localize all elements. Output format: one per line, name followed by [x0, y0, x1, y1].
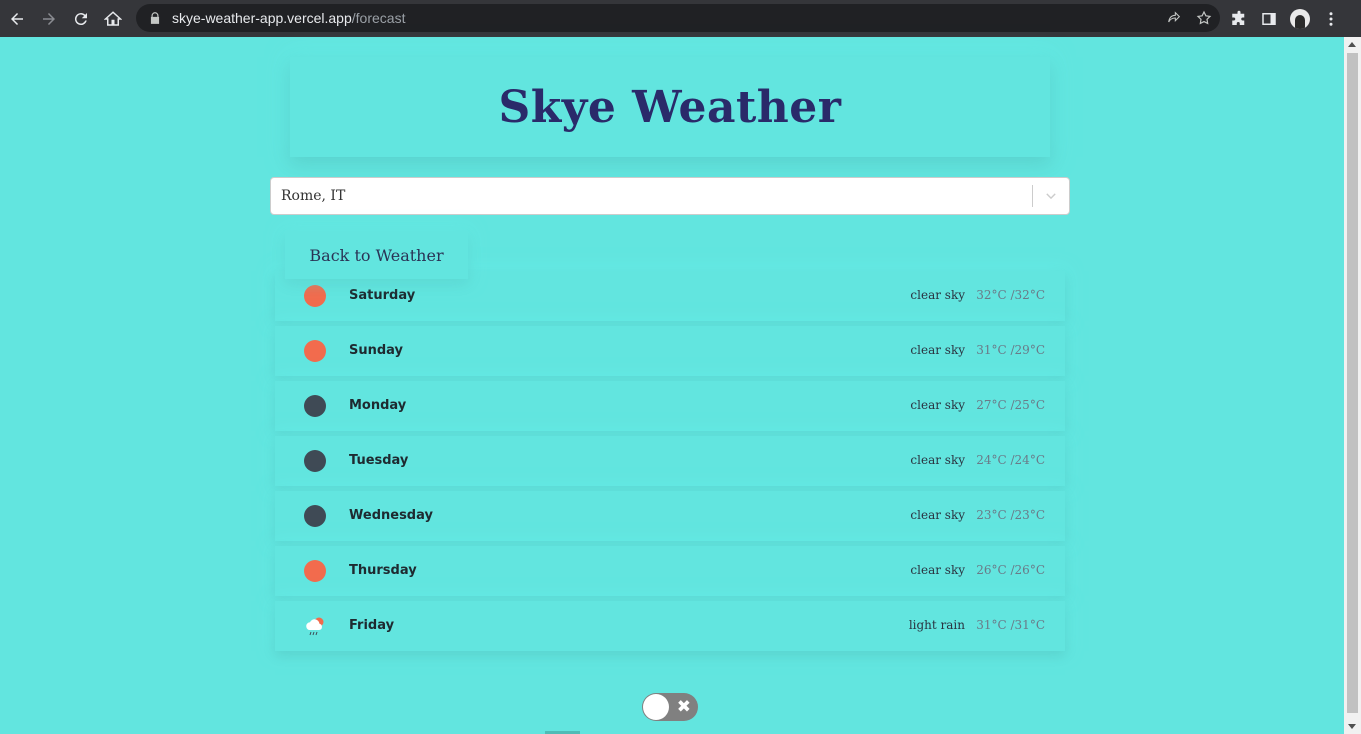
- forecast-temperature: 32°C /32°C: [976, 288, 1045, 302]
- forecast-temperature: 31°C /31°C: [976, 618, 1045, 632]
- forecast-description: clear sky: [910, 563, 965, 577]
- header-banner: Skye Weather: [290, 57, 1050, 157]
- side-panel-icon[interactable]: [1260, 10, 1278, 28]
- bookmark-star-icon[interactable]: [1196, 10, 1212, 26]
- back-arrow-icon[interactable]: [1, 3, 33, 35]
- forecast-temperature: 31°C /29°C: [976, 343, 1045, 357]
- forecast-day: Sunday: [349, 343, 404, 358]
- forward-arrow-icon[interactable]: [33, 3, 65, 35]
- forecast-temperature: 23°C /23°C: [976, 508, 1045, 522]
- forecast-list: Saturday clear sky 32°C /32°C Sunday cle…: [275, 271, 1065, 656]
- forecast-temperature: 27°C /25°C: [976, 398, 1045, 412]
- scrollbar-thumb[interactable]: [1347, 53, 1358, 713]
- forecast-row-wednesday: Wednesday clear sky 23°C /23°C: [275, 491, 1065, 541]
- forecast-description: clear sky: [910, 288, 965, 302]
- scroll-down-arrow-icon[interactable]: [1348, 724, 1356, 729]
- forecast-row-thursday: Thursday clear sky 26°C /26°C: [275, 546, 1065, 596]
- sun-icon: [304, 340, 326, 362]
- profile-avatar[interactable]: [1290, 8, 1310, 29]
- forecast-day: Wednesday: [349, 508, 433, 523]
- back-to-weather-button[interactable]: Back to Weather: [285, 231, 468, 279]
- forecast-row-friday: Friday light rain 31°C /31°C: [275, 601, 1065, 651]
- forecast-temperature: 24°C /24°C: [976, 453, 1045, 467]
- forecast-temperature: 26°C /26°C: [976, 563, 1045, 577]
- share-icon[interactable]: [1166, 10, 1182, 26]
- forecast-description: light rain: [908, 618, 965, 632]
- forecast-day: Tuesday: [349, 453, 409, 468]
- forecast-day: Saturday: [349, 288, 416, 303]
- toggle-knob: [643, 694, 669, 720]
- forecast-description: clear sky: [910, 398, 965, 412]
- scroll-up-arrow-icon[interactable]: [1348, 42, 1356, 47]
- forecast-day: Thursday: [349, 563, 417, 578]
- url-path: /forecast: [351, 10, 406, 26]
- moon-icon: [304, 450, 326, 472]
- chevron-down-icon[interactable]: [1033, 178, 1069, 214]
- close-icon: ✖: [676, 697, 691, 717]
- forecast-row-sunday: Sunday clear sky 31°C /29°C: [275, 326, 1065, 376]
- theme-toggle[interactable]: ✖: [642, 693, 698, 721]
- forecast-description: clear sky: [910, 343, 965, 357]
- forecast-day: Friday: [349, 618, 395, 633]
- location-select[interactable]: Rome, IT: [270, 177, 1070, 215]
- url-text: skye-weather-app.vercel.app/forecast: [172, 10, 405, 26]
- extensions-puzzle-icon[interactable]: [1230, 10, 1248, 28]
- vertical-scrollbar[interactable]: [1344, 37, 1361, 734]
- moon-icon: [304, 395, 326, 417]
- moon-icon: [304, 505, 326, 527]
- kebab-menu-icon[interactable]: [1322, 10, 1340, 28]
- forecast-row-tuesday: Tuesday clear sky 24°C /24°C: [275, 436, 1065, 486]
- reload-icon[interactable]: [65, 3, 97, 35]
- browser-toolbar: skye-weather-app.vercel.app/forecast: [0, 0, 1361, 37]
- url-domain: skye-weather-app.vercel.app: [172, 10, 352, 26]
- forecast-description: clear sky: [910, 453, 965, 467]
- sun-icon: [304, 285, 326, 307]
- sun-icon: [304, 560, 326, 582]
- forecast-description: clear sky: [910, 508, 965, 522]
- rain-cloud-icon: [304, 615, 326, 637]
- page-title: Skye Weather: [498, 81, 842, 133]
- address-bar[interactable]: skye-weather-app.vercel.app/forecast: [136, 4, 1220, 32]
- forecast-row-monday: Monday clear sky 27°C /25°C: [275, 381, 1065, 431]
- lock-icon: [150, 12, 160, 24]
- home-icon[interactable]: [97, 3, 129, 35]
- forecast-day: Monday: [349, 398, 407, 413]
- location-select-value: Rome, IT: [281, 188, 346, 204]
- page-content: Skye Weather Rome, IT Back to Weather Sa…: [0, 37, 1344, 734]
